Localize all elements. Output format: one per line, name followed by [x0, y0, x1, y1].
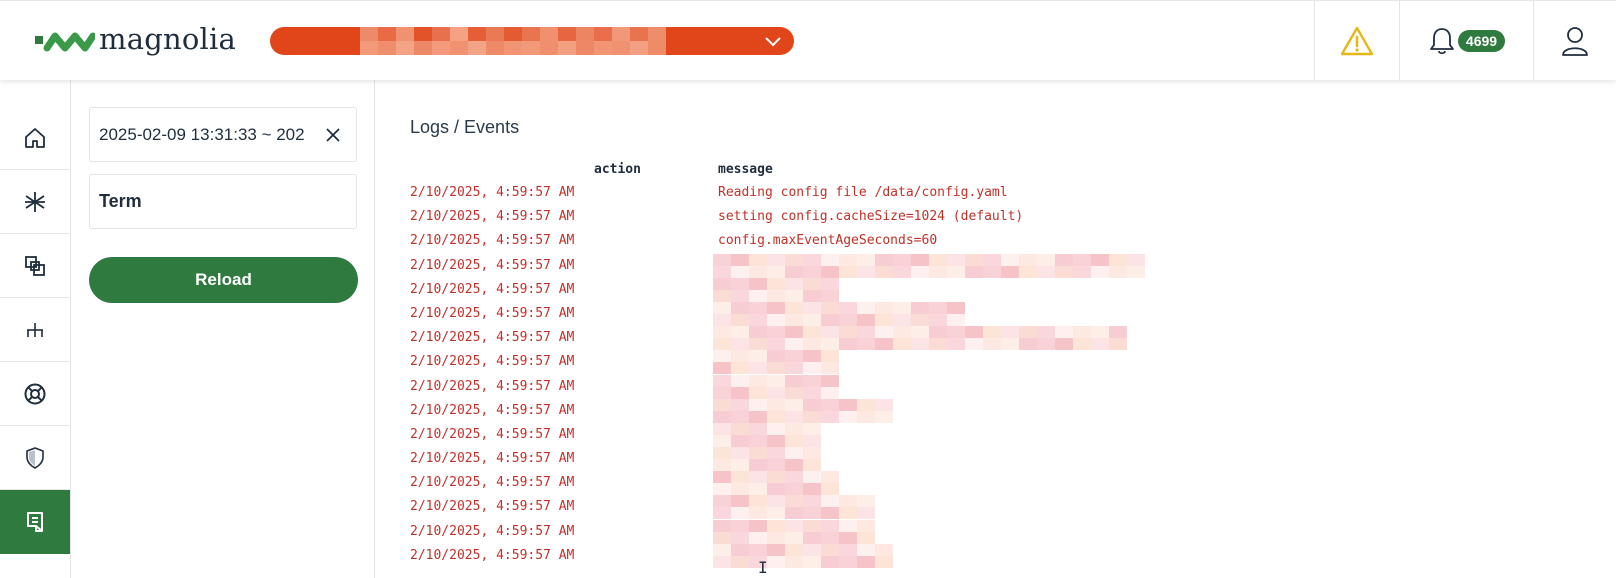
breadcrumb: Logs / Events	[410, 117, 520, 137]
reload-button[interactable]: Reload	[89, 257, 358, 303]
magnolia-logo-mark	[35, 32, 95, 52]
row-timestamp: 2/10/2025, 4:59:57 AM	[410, 281, 575, 297]
hierarchy-icon	[27, 322, 43, 337]
row-timestamp: 2/10/2025, 4:59:57 AM	[410, 185, 575, 200]
environment-selector[interactable]	[270, 27, 794, 55]
redacted-message	[713, 447, 821, 472]
row-timestamp: 2/10/2025, 4:59:57 AM	[410, 305, 575, 321]
warning-icon	[1340, 26, 1374, 55]
side-navigation	[0, 79, 71, 578]
redacted-message	[713, 471, 839, 496]
user-menu-button[interactable]	[1534, 1, 1616, 80]
row-timestamp: 2/10/2025, 4:59:57 AM	[410, 426, 575, 442]
row-message: Reading config file /data/config.yaml	[718, 185, 1008, 200]
row-timestamp: 2/10/2025, 4:59:57 AM	[410, 499, 575, 515]
redacted-message	[713, 301, 965, 326]
nav-logs[interactable]	[0, 490, 70, 554]
row-timestamp: 2/10/2025, 4:59:57 AM	[410, 523, 575, 539]
row-message: config.maxEventAgeSeconds=60	[718, 233, 938, 249]
logs-icon	[27, 512, 43, 532]
nav-support[interactable]	[0, 362, 70, 426]
warnings-button[interactable]	[1315, 1, 1399, 80]
row-timestamp: 2/10/2025, 4:59:57 AM	[410, 475, 575, 491]
redacted-message	[713, 350, 839, 375]
redacted-message	[713, 374, 839, 399]
row-timestamp: 2/10/2025, 4:59:57 AM	[410, 354, 575, 370]
redacted-message	[713, 543, 893, 568]
row-timestamp: 2/10/2025, 4:59:57 AM	[410, 257, 575, 273]
date-range-input[interactable]	[99, 108, 314, 161]
row-timestamp: 2/10/2025, 4:59:57 AM	[410, 547, 575, 563]
nav-asterisk[interactable]	[0, 170, 70, 234]
nav-security[interactable]	[0, 426, 70, 490]
row-timestamp: 2/10/2025, 4:59:57 AM	[410, 233, 575, 249]
top-header: magnolia 4699	[0, 0, 1616, 80]
nav-hierarchy[interactable]	[0, 298, 70, 362]
row-message: setting config.cacheSize=1024 (default)	[718, 209, 1024, 225]
overlap-squares-icon	[25, 255, 45, 276]
nav-home[interactable]	[0, 106, 70, 170]
main-content: Logs / Events action message 2/10/2025, …	[375, 79, 1616, 578]
row-timestamp: 2/10/2025, 4:59:57 AM	[410, 330, 575, 346]
lifebuoy-icon	[24, 383, 46, 404]
row-timestamp: 2/10/2025, 4:59:57 AM	[410, 451, 575, 467]
chevron-down-icon	[765, 37, 781, 47]
bell-icon	[1430, 27, 1454, 54]
redacted-message	[713, 326, 1127, 351]
redacted-message	[713, 398, 893, 423]
nav-workspaces[interactable]	[0, 234, 70, 298]
row-timestamp: 2/10/2025, 4:59:57 AM	[410, 402, 575, 418]
user-icon	[1562, 26, 1588, 56]
notifications-count-badge: 4699	[1457, 29, 1506, 52]
redacted-message	[713, 519, 875, 544]
asterisk-icon	[25, 191, 45, 212]
redacted-selector-value	[360, 27, 680, 55]
text-cursor-icon: I	[758, 558, 768, 577]
filter-panel: Reload	[71, 79, 375, 578]
column-header-message: message	[718, 162, 773, 177]
logo-text: magnolia	[99, 22, 236, 56]
row-timestamp: 2/10/2025, 4:59:57 AM	[410, 378, 575, 394]
home-icon	[25, 127, 45, 148]
magnolia-logo[interactable]: magnolia	[35, 22, 236, 59]
redacted-message	[713, 495, 875, 520]
shield-icon	[26, 446, 44, 469]
term-field	[89, 174, 357, 229]
date-range-field	[89, 107, 357, 162]
notifications-button[interactable]: 4699	[1400, 1, 1533, 80]
row-timestamp: 2/10/2025, 4:59:57 AM	[410, 209, 575, 225]
redacted-message	[713, 253, 1145, 278]
close-icon[interactable]	[324, 126, 342, 144]
redacted-message	[713, 422, 821, 447]
redacted-message	[713, 277, 839, 302]
term-input[interactable]	[99, 175, 344, 228]
column-header-action: action	[594, 162, 641, 177]
